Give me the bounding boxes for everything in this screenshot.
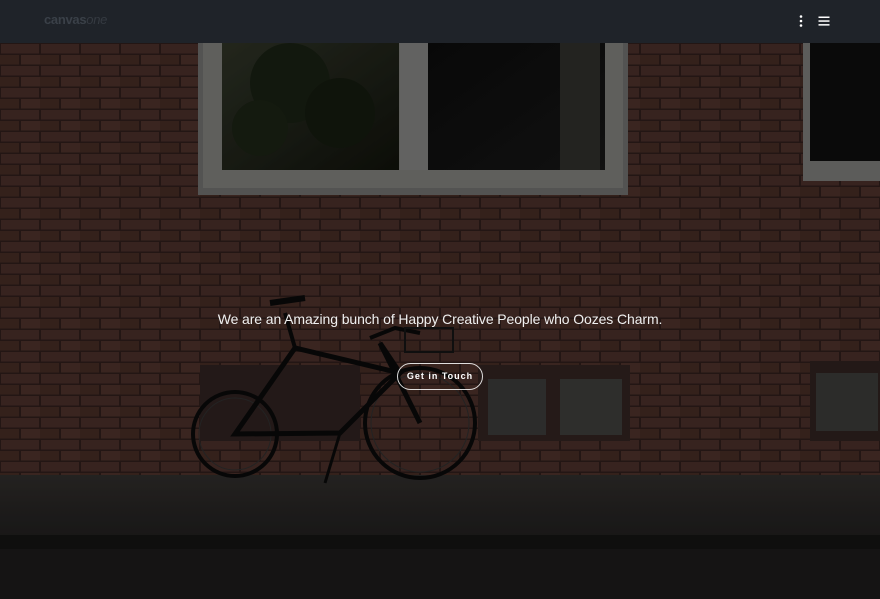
logo-main-text: canvas xyxy=(44,12,87,27)
get-in-touch-button[interactable]: Get in Touch xyxy=(397,363,483,390)
site-logo[interactable]: canvasone xyxy=(44,12,107,27)
logo-accent-text: one xyxy=(86,12,108,27)
hamburger-menu-icon[interactable] xyxy=(817,14,831,28)
hero-headline: We are an Amazing bunch of Happy Creativ… xyxy=(217,311,663,327)
top-header: canvasone xyxy=(0,0,880,43)
page: canvasone We are an Amazing bunch of Hap… xyxy=(0,0,880,599)
hero-section: We are an Amazing bunch of Happy Creativ… xyxy=(0,43,880,599)
kebab-menu-icon[interactable] xyxy=(794,14,808,28)
